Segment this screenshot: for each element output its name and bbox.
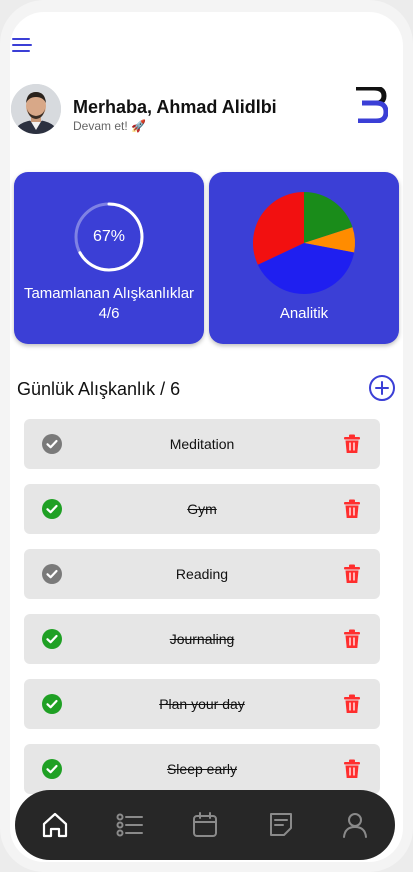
trash-icon[interactable] [343, 629, 361, 649]
pending-check-icon[interactable] [42, 564, 62, 584]
habit-row[interactable]: Sleep early [24, 744, 380, 794]
habit-name: Reading [175, 566, 229, 582]
habit-name: Journaling [169, 631, 235, 647]
completed-check-icon[interactable] [42, 694, 62, 714]
pending-check-icon[interactable] [42, 434, 62, 454]
greeting-subtitle: Devam et! 🚀 [73, 119, 146, 133]
analytics-label: Analitik [279, 305, 329, 322]
add-circle-icon[interactable] [368, 374, 396, 402]
habit-name: Gym [187, 501, 217, 517]
habit-name: Sleep early [166, 761, 238, 777]
calendar-icon[interactable] [191, 810, 219, 840]
daily-habits-title: Günlük Alışkanlık / 6 [17, 379, 181, 399]
trash-icon[interactable] [343, 564, 361, 584]
home-icon[interactable] [41, 810, 69, 840]
analytics-card[interactable]: Analitik [209, 172, 399, 344]
habit-row[interactable]: Gym [24, 484, 380, 534]
notes-icon[interactable] [267, 810, 295, 840]
habit-name: Meditation [169, 436, 235, 452]
progress-percent: 67% [92, 228, 126, 245]
completed-check-icon[interactable] [42, 499, 62, 519]
greeting-text: Merhaba, Ahmad Alidlbi [73, 97, 277, 117]
bottom-tab-bar [15, 790, 395, 860]
trash-icon[interactable] [343, 434, 361, 454]
hamburger-menu-icon[interactable] [12, 38, 32, 52]
completed-check-icon[interactable] [42, 629, 62, 649]
completed-habits-label: Tamamlanan Alışkanlıklar [23, 285, 195, 302]
analytics-pie-chart [253, 192, 355, 294]
trash-icon[interactable] [343, 694, 361, 714]
b-logo [354, 85, 389, 124]
habit-row[interactable]: Reading [24, 549, 380, 599]
profile-icon[interactable] [341, 810, 369, 840]
trash-icon[interactable] [343, 499, 361, 519]
completed-check-icon[interactable] [42, 759, 62, 779]
completed-habits-count: 4/6 [98, 305, 120, 322]
app-screen: Merhaba, Ahmad Alidlbi Devam et! 🚀 67% T… [10, 12, 403, 862]
list-icon[interactable] [116, 810, 144, 840]
habit-row[interactable]: Journaling [24, 614, 380, 664]
habit-name: Plan your day [159, 696, 245, 712]
avatar[interactable] [11, 84, 61, 134]
habit-row[interactable]: Meditation [24, 419, 380, 469]
device-frame: Merhaba, Ahmad Alidlbi Devam et! 🚀 67% T… [0, 0, 413, 872]
habit-row[interactable]: Plan your day [24, 679, 380, 729]
trash-icon[interactable] [343, 759, 361, 779]
completed-habits-card[interactable]: 67% Tamamlanan Alışkanlıklar 4/6 [14, 172, 204, 344]
